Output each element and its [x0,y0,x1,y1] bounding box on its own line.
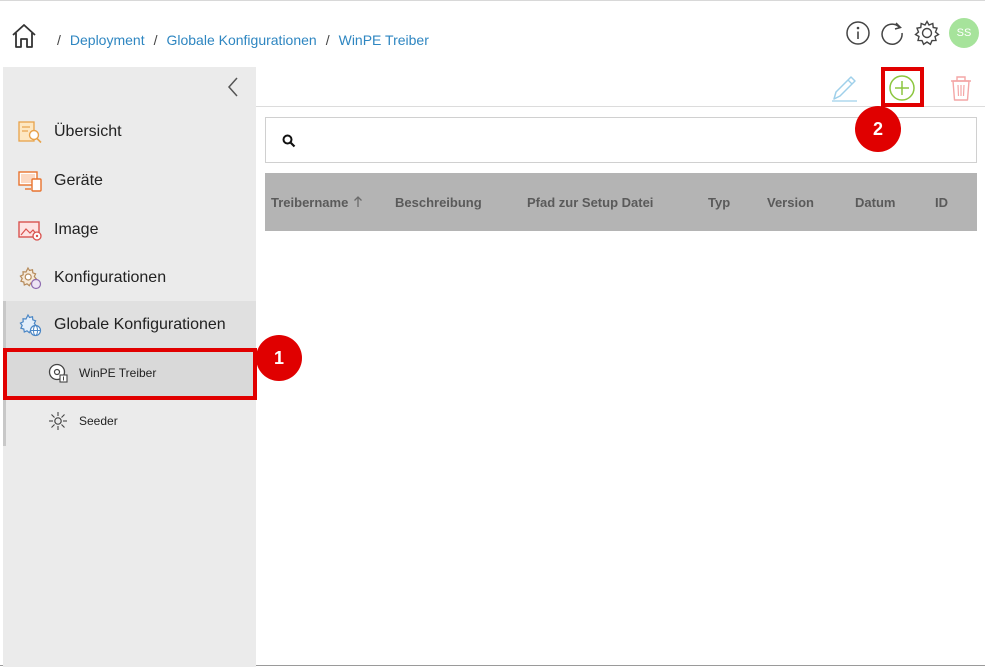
header-actions: SS [845,18,979,48]
pencil-icon[interactable] [829,73,859,103]
trash-icon[interactable] [946,73,976,103]
overview-icon [18,121,42,144]
sidebar-item-label: Übersicht [54,123,122,140]
sort-ascending-icon[interactable] [353,196,363,208]
sidebar-item-label: Konfigurationen [54,269,167,286]
highlight-box-winpe-drivers [3,348,257,400]
sidebar-item-devices[interactable]: Geräte [3,157,256,205]
home-icon[interactable] [10,23,38,49]
sidebar-item-overview[interactable]: Übersicht [3,108,256,156]
breadcrumb-separator: / [57,32,61,48]
configurations-icon [19,266,42,290]
info-icon[interactable] [845,20,871,46]
search-icon [282,134,296,148]
column-header-setup-path[interactable]: Pfad zur Setup Datei [527,195,653,210]
breadcrumb-global-configurations[interactable]: Globale Konfigurationen [166,32,316,48]
sidebar-item-label: Globale Konfigurationen [54,316,226,333]
devices-icon [18,171,42,192]
sidebar-item-label: Geräte [54,172,103,189]
column-header-type[interactable]: Typ [708,195,730,210]
refresh-icon[interactable] [879,20,905,46]
breadcrumb-deployment[interactable]: Deployment [70,32,145,48]
chevron-left-icon[interactable] [225,76,241,98]
sidebar-item-label: Image [54,221,99,238]
step-badge-2: 2 [855,106,901,152]
column-header-id[interactable]: ID [935,195,948,210]
highlight-box-add-button [881,67,924,107]
sidebar-subitem-label: Seeder [79,414,118,428]
sidebar-item-global-configurations[interactable]: Globale Konfigurationen [3,301,256,349]
user-avatar[interactable]: SS [949,18,979,48]
top-header: / Deployment / Globale Konfigurationen /… [0,1,985,67]
breadcrumb-winpe-drivers[interactable]: WinPE Treiber [339,32,429,48]
sidebar-item-configurations[interactable]: Konfigurationen [3,254,256,302]
column-header-version[interactable]: Version [767,195,814,210]
sidebar-subitem-seeder[interactable]: Seeder [3,397,256,445]
sidebar-item-image[interactable]: Image [3,206,256,254]
column-header-label: Treibername [271,195,349,210]
breadcrumb-separator: / [153,32,158,48]
global-configurations-icon [19,313,42,337]
column-header-description[interactable]: Beschreibung [395,195,482,210]
column-header-driver-name[interactable]: Treibername [271,195,363,210]
app-frame: / Deployment / Globale Konfigurationen /… [0,0,985,667]
image-icon [18,221,42,241]
breadcrumb: / Deployment / Globale Konfigurationen /… [48,32,429,48]
table-header: Treibername Beschreibung Pfad zur Setup … [265,173,977,231]
breadcrumb-separator: / [325,32,330,48]
step-badge-1: 1 [256,335,302,381]
seeder-icon [49,412,67,430]
settings-icon[interactable] [913,19,941,47]
column-header-date[interactable]: Datum [855,195,895,210]
